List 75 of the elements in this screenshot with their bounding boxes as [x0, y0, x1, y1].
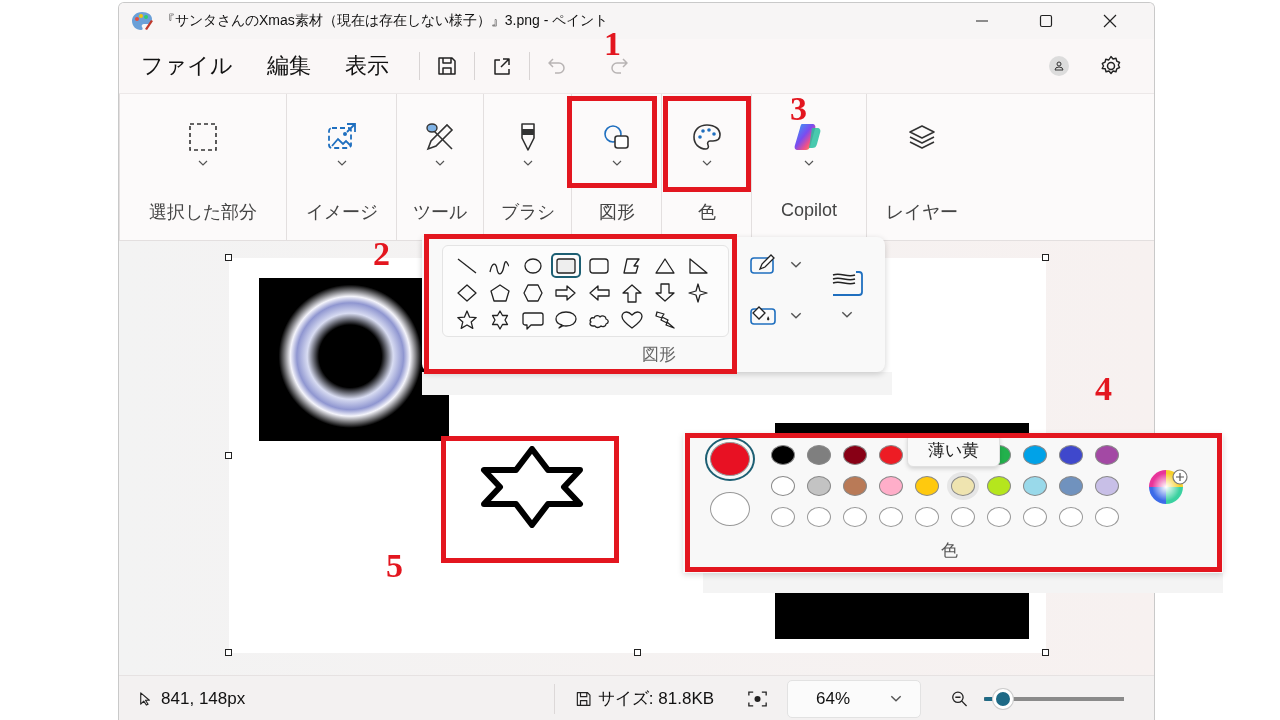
slider-thumb[interactable] — [993, 688, 1014, 709]
annotation-number: 1 — [604, 27, 621, 61]
undo-icon — [546, 55, 568, 77]
dashed-rectangle-icon — [186, 120, 220, 154]
zoom-dropdown[interactable]: 64% — [787, 679, 921, 718]
file-size: サイズ: 81.8KB — [597, 688, 715, 710]
annotation-number: 5 — [386, 549, 403, 583]
fit-to-window-button[interactable] — [748, 689, 768, 708]
line-width-icon — [830, 269, 864, 297]
resize-handle[interactable] — [225, 451, 232, 459]
fill-button[interactable] — [750, 304, 802, 326]
group-label: ツール — [413, 201, 467, 224]
group-label: 図形 — [598, 201, 635, 224]
chevron-down-icon — [804, 160, 814, 166]
group-label: レイヤー — [885, 201, 958, 224]
paint-palette-icon — [131, 11, 153, 31]
up-arrow-icon — [620, 282, 644, 303]
pencil-outline-icon — [750, 253, 776, 275]
group-label: ブラシ — [500, 201, 555, 224]
group-label: 選択した部分 — [149, 201, 257, 224]
close-icon — [1103, 14, 1117, 28]
heart-icon — [620, 309, 644, 330]
save-icon — [436, 55, 458, 77]
annotation-number: 3 — [790, 92, 807, 126]
rounded-rectangle-icon — [587, 255, 611, 276]
speech-bubble-icon — [521, 309, 545, 330]
shape-option[interactable] — [551, 253, 581, 278]
rectangle-icon — [554, 255, 578, 276]
maximize-icon — [1039, 14, 1053, 28]
settings-icon — [1100, 55, 1122, 77]
chevron-down-icon — [889, 695, 902, 702]
line-width-button[interactable] — [830, 269, 864, 318]
paint-bucket-icon — [750, 304, 776, 326]
group-label: Copilot — [781, 200, 837, 221]
lightning-icon — [653, 309, 677, 330]
oval-speech-bubble-icon — [554, 309, 578, 330]
chevron-down-icon — [701, 160, 712, 166]
resize-handle[interactable] — [1042, 649, 1049, 656]
zoom-out-button[interactable] — [950, 688, 968, 709]
chevron-down-icon — [198, 160, 208, 166]
oval-icon — [521, 255, 545, 276]
outline-button[interactable] — [750, 253, 802, 275]
resize-handle[interactable] — [225, 649, 232, 656]
redo-icon — [608, 55, 630, 77]
diamond-icon — [455, 282, 479, 303]
four-point-star-icon — [686, 282, 710, 303]
panel-label: 図形 — [642, 344, 676, 366]
chevron-down-icon — [522, 160, 533, 166]
chevron-down-icon — [790, 260, 802, 268]
cursor-position: 841, 148px — [161, 688, 247, 709]
chevron-down-icon — [435, 160, 445, 166]
down-arrow-icon — [653, 282, 677, 303]
pentagon-icon — [488, 282, 512, 303]
share-icon — [491, 55, 513, 77]
pointer-icon — [139, 690, 152, 707]
menu-item[interactable]: 表示 — [333, 47, 401, 85]
chevron-down-icon — [336, 160, 347, 166]
chevron-down-icon — [790, 311, 802, 319]
menu-item[interactable]: ファイル — [129, 47, 245, 85]
annotation-number: 2 — [373, 237, 390, 271]
hexagon-icon — [521, 282, 545, 303]
annotation-number: 4 — [1095, 372, 1112, 406]
person-icon — [1048, 55, 1070, 77]
window-title: 『サンタさんのXmas素材（現在は存在しない様子）』3.png - ペイント — [161, 12, 610, 30]
resize-handle[interactable] — [225, 254, 232, 261]
group-label: 色 — [697, 201, 716, 224]
resize-handle[interactable] — [1042, 254, 1049, 261]
chevron-down-icon — [841, 311, 853, 318]
resize-handle[interactable] — [633, 649, 641, 656]
five-point-star-icon — [455, 309, 479, 330]
color-wheel-icon — [1149, 469, 1189, 505]
chevron-down-icon — [611, 160, 622, 166]
group-label: イメージ — [305, 201, 378, 224]
menu-item[interactable]: 編集 — [255, 47, 323, 85]
panel-label: 色 — [941, 540, 958, 562]
